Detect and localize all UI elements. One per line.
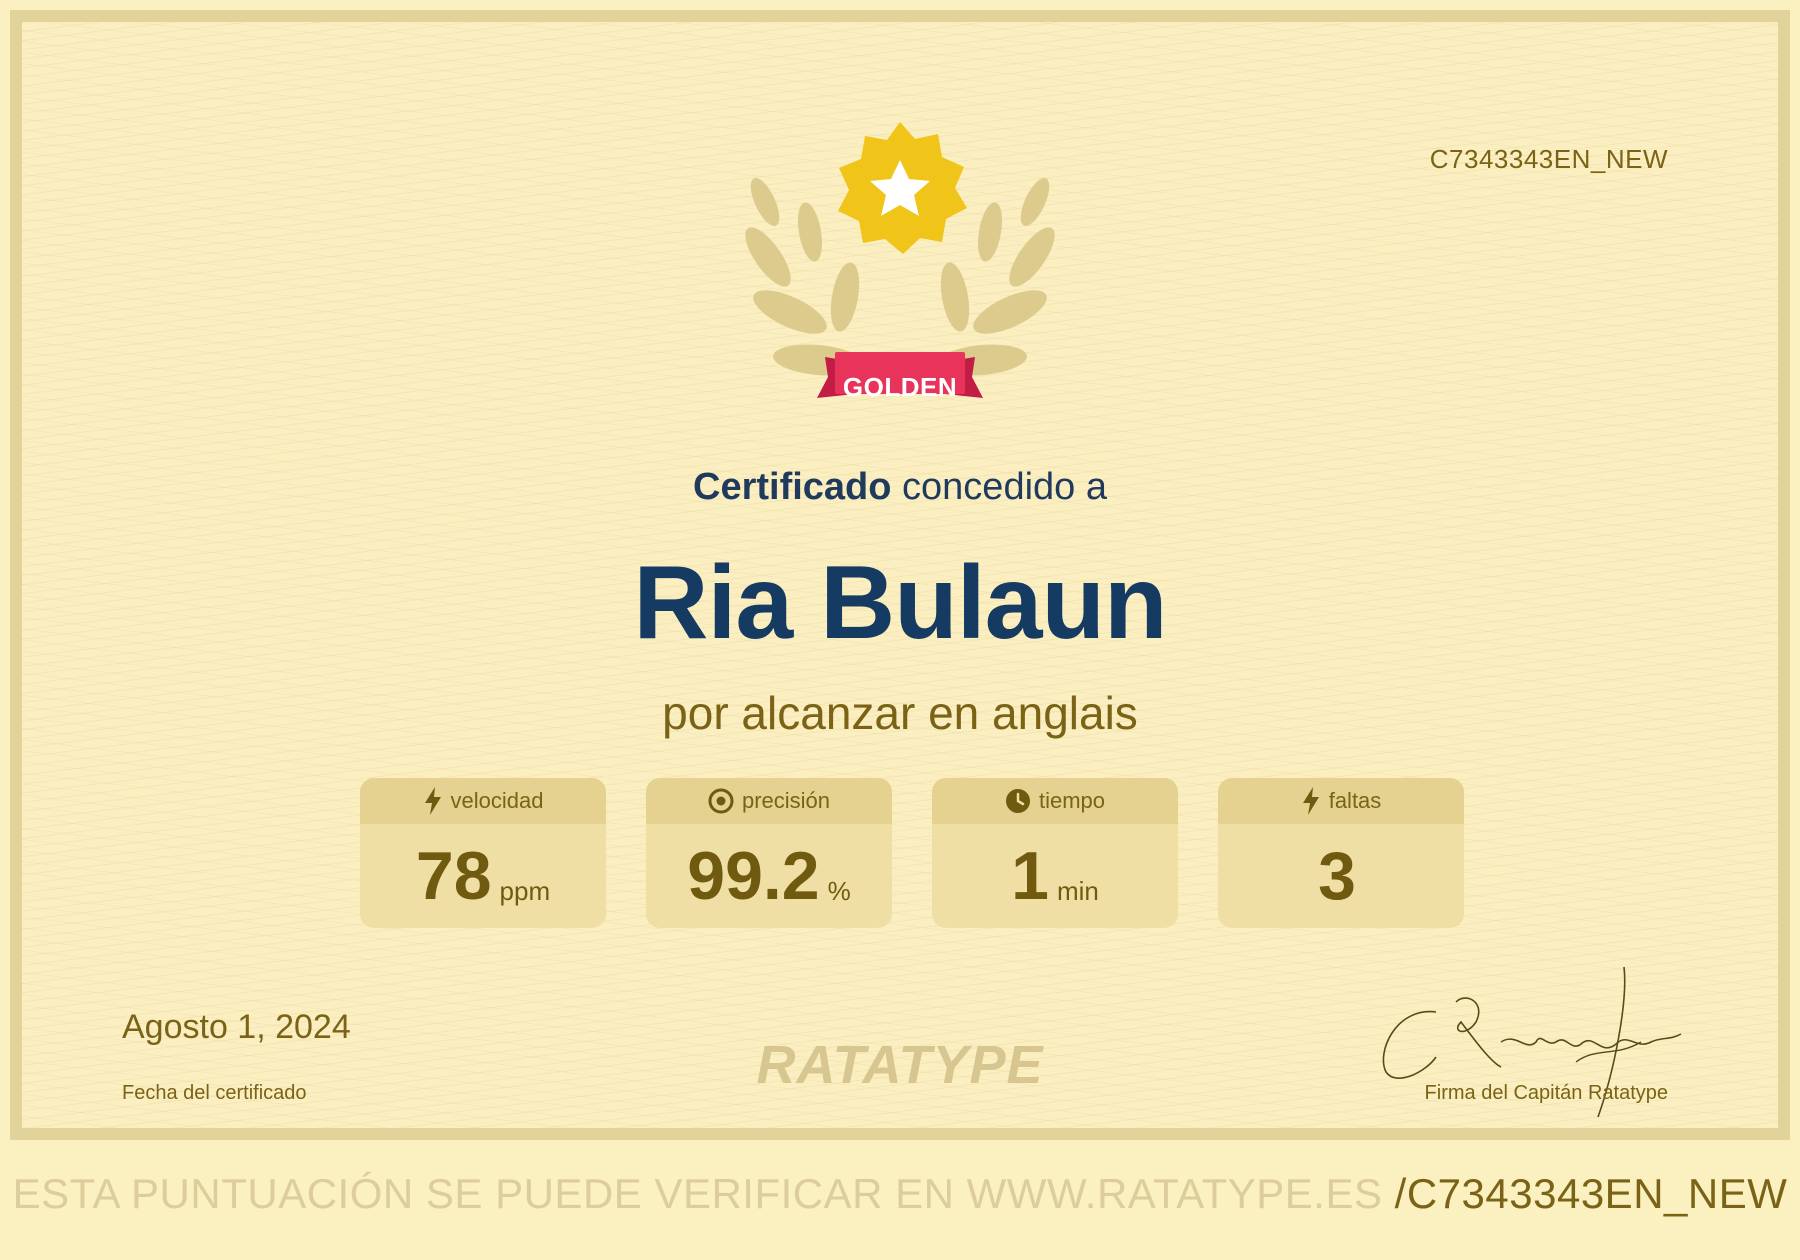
stat-header: tiempo bbox=[932, 778, 1178, 824]
stat-label: precisión bbox=[741, 788, 831, 813]
stat-body: 99.2 % bbox=[646, 824, 892, 928]
star-badge-icon bbox=[838, 122, 967, 254]
stat-header: velocidad bbox=[360, 778, 606, 824]
clock-icon bbox=[1005, 789, 1030, 813]
stat-value: 78 bbox=[415, 838, 492, 914]
stat-header: precisión bbox=[646, 778, 892, 824]
stat-value: 99.2 bbox=[687, 838, 820, 914]
stat-unit: ppm bbox=[499, 875, 551, 906]
stat-accuracy: precisión 99.2 % bbox=[646, 778, 892, 928]
verification-footer: ESTA PUNTUACIÓN SE PUEDE VERIFICAR EN WW… bbox=[0, 1170, 1800, 1218]
certificate-heading: Certificado concedido a bbox=[22, 466, 1778, 509]
heading-bold: Certificado bbox=[693, 466, 892, 508]
lightning-icon bbox=[1302, 787, 1319, 815]
target-icon bbox=[708, 788, 734, 814]
signature-label: Firma del Capitán Ratatype bbox=[1424, 1082, 1668, 1104]
stat-value: 3 bbox=[1318, 838, 1356, 914]
verification-text: ESTA PUNTUACIÓN SE PUEDE VERIFICAR EN WW… bbox=[12, 1170, 1383, 1217]
stat-unit: % bbox=[827, 875, 851, 906]
stats-row: velocidad 78 ppm precisión 99.2 % tiempo bbox=[360, 778, 1464, 930]
stat-speed: velocidad 78 ppm bbox=[360, 778, 606, 928]
stat-errors: faltas 3 bbox=[1218, 778, 1464, 928]
stat-header: faltas bbox=[1218, 778, 1464, 824]
heading-rest: concedido a bbox=[891, 466, 1107, 508]
stat-value: 1 bbox=[1011, 838, 1049, 914]
stat-time: tiempo 1 min bbox=[932, 778, 1178, 928]
certificate: C7343343EN_NEW GOLDEN Certificado conced… bbox=[10, 10, 1790, 1140]
stat-label: tiempo bbox=[1038, 788, 1106, 813]
lightning-icon bbox=[424, 787, 441, 815]
recipient-name: Ria Bulaun bbox=[633, 545, 1167, 661]
stat-body: 1 min bbox=[932, 824, 1178, 928]
stat-body: 78 ppm bbox=[360, 824, 606, 928]
verification-link[interactable]: /C7343343EN_NEW bbox=[1395, 1170, 1788, 1217]
stat-label: faltas bbox=[1328, 788, 1382, 813]
stat-unit: min bbox=[1056, 875, 1099, 906]
achievement-reason: por alcanzar en anglais bbox=[662, 687, 1138, 739]
stat-label: velocidad bbox=[450, 788, 544, 813]
certificate-id: C7343343EN_NEW bbox=[1429, 144, 1668, 174]
golden-badge-label: GOLDEN bbox=[842, 372, 958, 402]
stat-body: 3 bbox=[1218, 824, 1464, 928]
